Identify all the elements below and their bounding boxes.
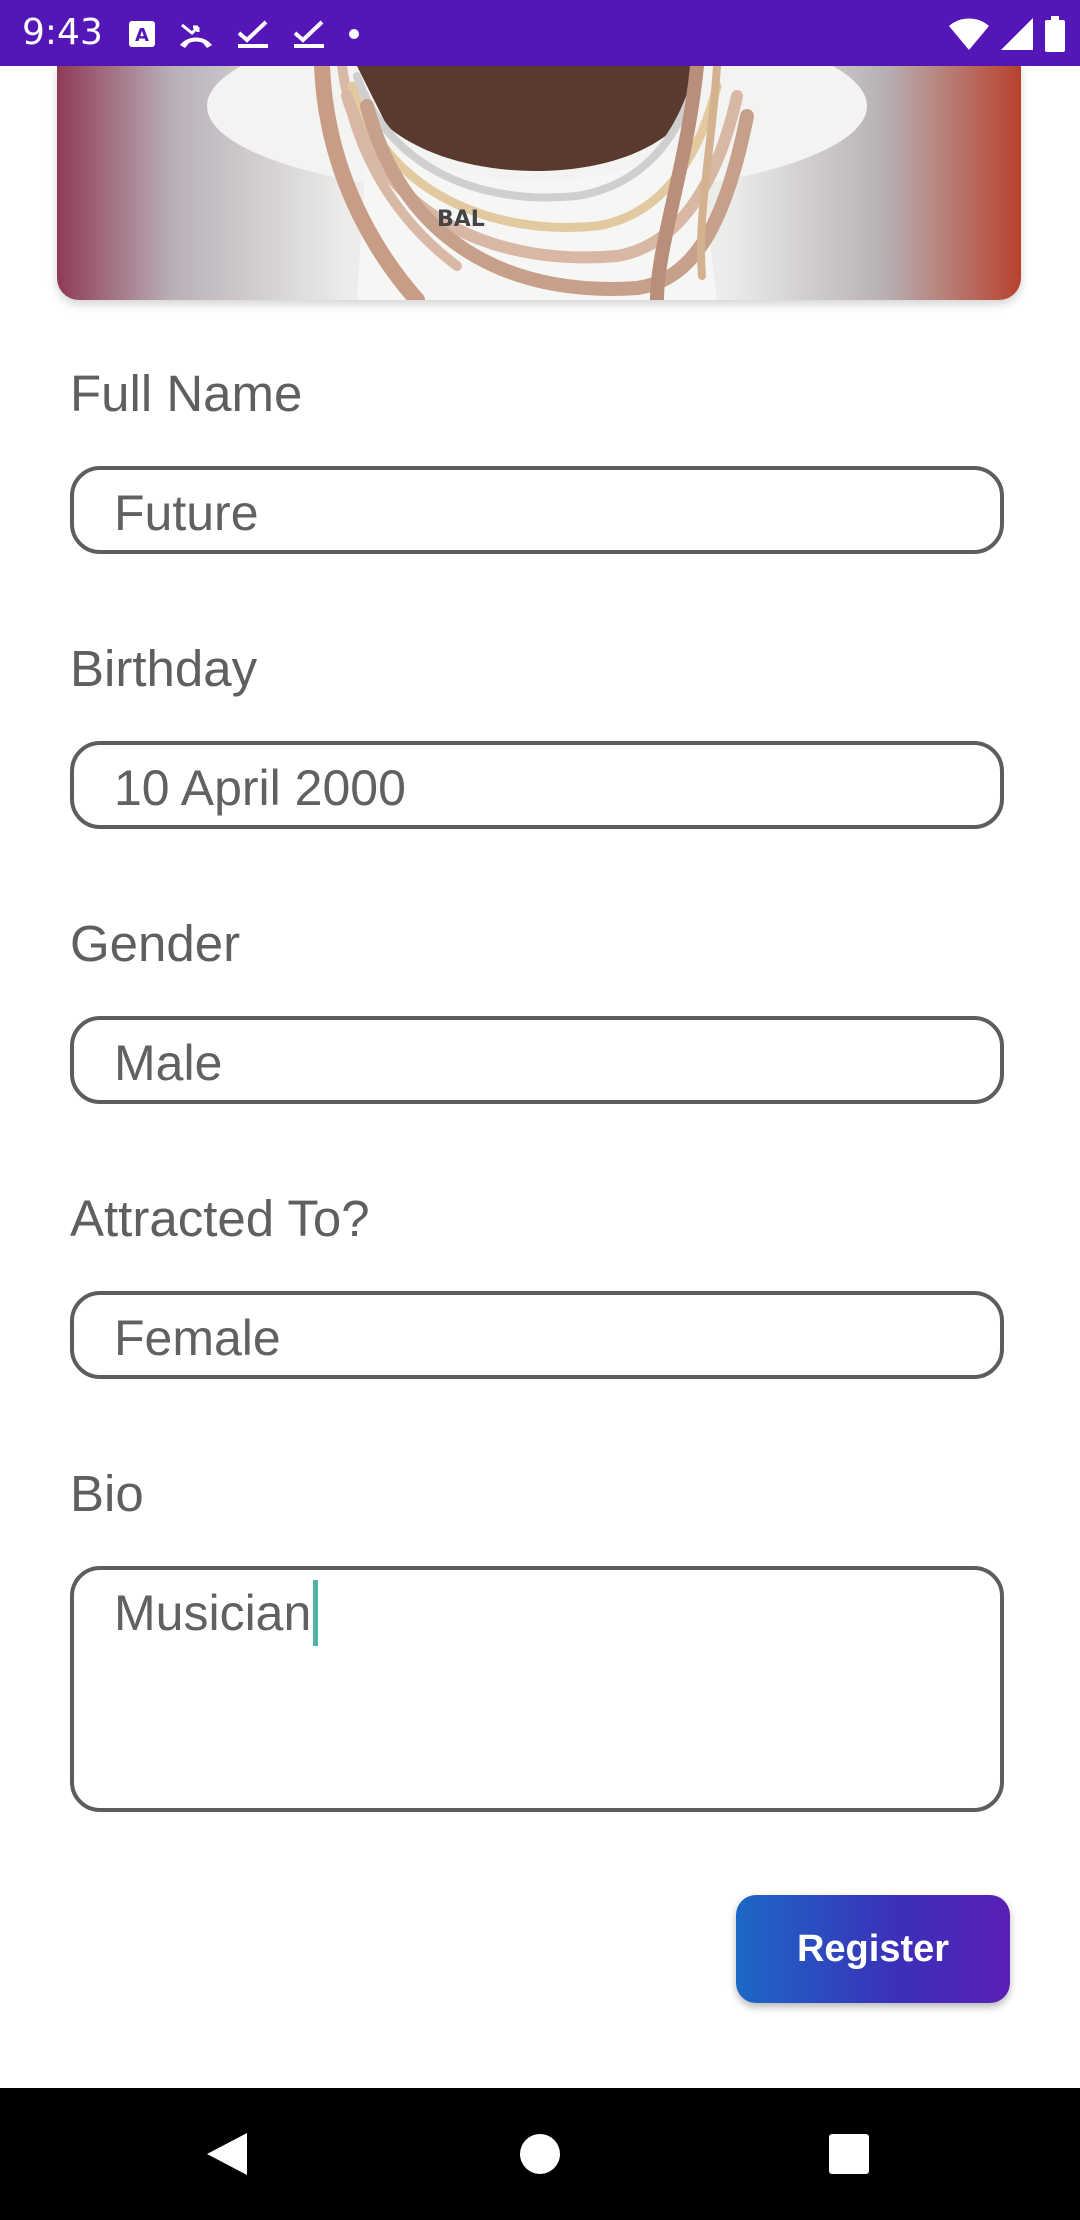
- bio-label: Bio: [70, 1465, 144, 1522]
- text-cursor: [313, 1580, 319, 1646]
- attracted-to-label: Attracted To?: [70, 1190, 370, 1247]
- birthday-input[interactable]: 10 April 2000: [70, 741, 1004, 829]
- gender-input[interactable]: Male: [70, 1016, 1004, 1104]
- profile-photo[interactable]: BAL: [57, 66, 1021, 300]
- gender-value: Male: [114, 1035, 223, 1091]
- bio-textarea[interactable]: Musician: [70, 1566, 1004, 1812]
- dot-icon: [349, 29, 359, 39]
- svg-text:A: A: [135, 25, 149, 46]
- bio-value: Musician: [114, 1585, 312, 1641]
- full-name-value: Future: [114, 485, 259, 541]
- full-name-label: Full Name: [70, 365, 303, 422]
- recents-icon[interactable]: [829, 2134, 869, 2174]
- keyboard-a-icon: A: [129, 21, 155, 47]
- bio-value-wrap: Musician: [114, 1580, 319, 1646]
- status-time: 9:43: [22, 12, 103, 53]
- attracted-to-value: Female: [114, 1310, 281, 1366]
- back-icon[interactable]: [203, 2131, 249, 2177]
- attracted-to-input[interactable]: Female: [70, 1291, 1004, 1379]
- register-button[interactable]: Register: [736, 1895, 1010, 2003]
- profile-photo-image: BAL: [207, 66, 867, 300]
- battery-icon: [1045, 16, 1065, 52]
- home-icon[interactable]: [519, 2133, 561, 2175]
- check-icon: [237, 20, 268, 48]
- missed-call-icon: [180, 23, 212, 48]
- gender-label: Gender: [70, 915, 241, 972]
- svg-text:BAL: BAL: [437, 207, 485, 232]
- birthday-label: Birthday: [70, 640, 258, 697]
- notification-icons: A: [128, 14, 360, 54]
- status-bar: 9:43 A: [0, 0, 1080, 66]
- system-icons: [948, 14, 1066, 54]
- navigation-bar: [0, 2088, 1080, 2220]
- birthday-value: 10 April 2000: [114, 760, 406, 816]
- full-name-input[interactable]: Future: [70, 466, 1004, 554]
- signal-icon: [1001, 18, 1033, 50]
- wifi-icon: [949, 18, 989, 50]
- check-icon: [293, 20, 324, 48]
